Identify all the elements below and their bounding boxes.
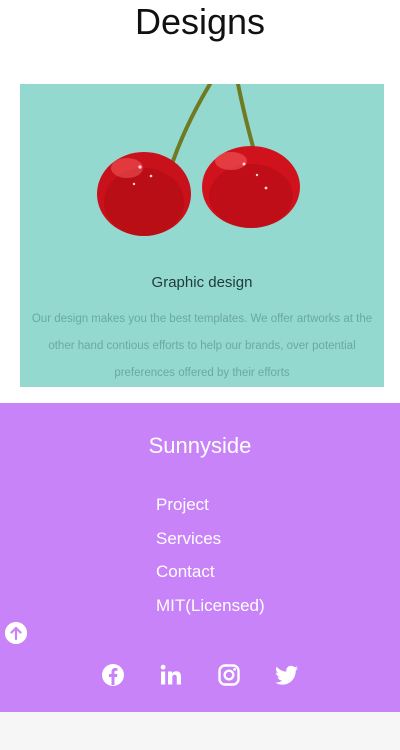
footer-link-contact[interactable]: Contact	[156, 559, 265, 593]
linkedin-icon[interactable]	[159, 663, 183, 687]
arrow-up-circle-icon	[5, 622, 27, 644]
graphic-design-card: Graphic design Our design makes you the …	[20, 84, 384, 387]
instagram-icon[interactable]	[217, 663, 241, 687]
facebook-icon[interactable]	[101, 663, 125, 687]
page-title: Designs	[134, 1, 266, 42]
scroll-top-button[interactable]	[5, 622, 27, 644]
page: Designs Graphic design Our design makes …	[0, 0, 400, 750]
card-description: Our design makes you the best templates.…	[31, 313, 373, 379]
footer-links: Project Services Contact MIT(Licensed)	[156, 492, 265, 626]
designs-section: Designs Graphic design Our design makes …	[0, 0, 400, 403]
social-links	[0, 663, 400, 687]
footer-link-project[interactable]: Project	[156, 492, 265, 526]
footer-link-license[interactable]: MIT(Licensed)	[156, 593, 265, 627]
footer-link-services[interactable]: Services	[156, 526, 265, 560]
footer-brand: Sunnyside	[148, 433, 252, 458]
card-title: Graphic design	[151, 274, 253, 291]
footer: Sunnyside Project Services Contact MIT(L…	[0, 403, 400, 712]
twitter-icon[interactable]	[275, 663, 299, 687]
